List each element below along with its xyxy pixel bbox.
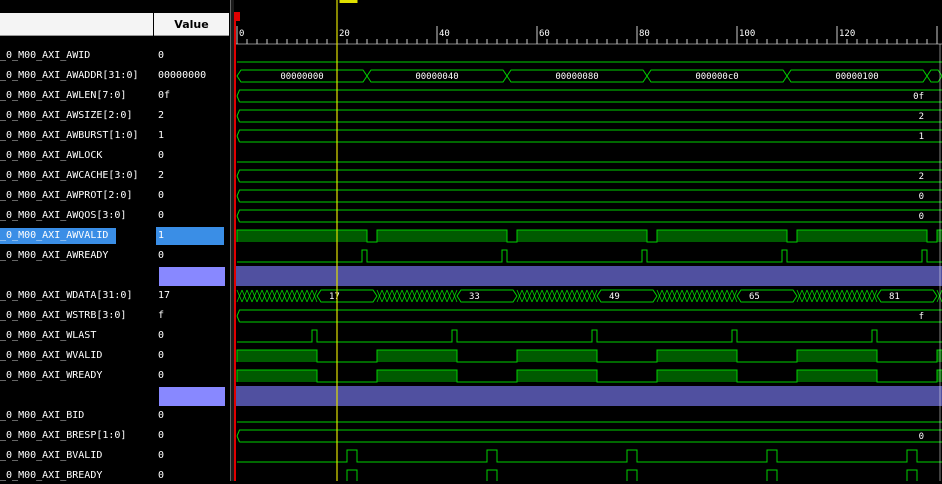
ruler-tick-label: 120 — [839, 29, 855, 39]
ruler-tick-label: 100 — [739, 29, 755, 39]
bus-value-label: 00000080 — [555, 72, 598, 82]
signal-value[interactable]: 1 — [158, 228, 228, 244]
signal-name[interactable]: r_0_M00_AXI_WREADY — [0, 368, 153, 384]
bit-high-fill — [377, 350, 457, 362]
signal-name[interactable]: r_0_M00_AXI_AWSIZE[2:0] — [0, 108, 153, 124]
signal-name[interactable]: r_0_M00_AXI_WDATA[31:0] — [0, 288, 153, 304]
bit-high-fill — [797, 230, 927, 242]
signal-name[interactable]: r_0_M00_AXI_BVALID — [0, 448, 153, 464]
signal-value[interactable]: 0 — [158, 248, 228, 264]
bit-high-fill — [517, 230, 647, 242]
ruler-tick-label: 40 — [439, 29, 450, 39]
signal-value[interactable]: 1 — [158, 128, 228, 144]
signal-name[interactable]: r_0_M00_AXI_WLAST — [0, 328, 153, 344]
signal-value[interactable]: 0 — [158, 468, 228, 484]
bus-value-label: 00000000 — [280, 72, 323, 82]
bit-high-fill — [517, 350, 597, 362]
signal-name[interactable]: r_0_M00_AXI_AWLEN[7:0] — [0, 88, 153, 104]
bus-value-label: 2 — [919, 172, 924, 182]
bit-high-fill — [657, 370, 737, 382]
bit-high-fill — [797, 370, 877, 382]
signal-name[interactable]: r_0_M00_AXI_BID — [0, 408, 153, 424]
bus-value-label: 65 — [749, 292, 760, 302]
waveform-view[interactable]: 0 20 40 60 80 100 120 00000000 00000040 00000080… — [234, 0, 942, 481]
signal-name-panel: r_0_M00_AXI_AWID r_0_M00_AXI_AWADDR[31:0]… — [0, 0, 154, 481]
bus-value-label: 0 — [919, 432, 924, 442]
bus-value-label: 00000040 — [415, 72, 458, 82]
signal-name[interactable]: r_0_M00_AXI_BRESP[1:0] — [0, 428, 153, 444]
bit-high-fill — [657, 350, 737, 362]
bit-high-fill — [237, 370, 317, 382]
signal-value[interactable]: 0 — [158, 408, 228, 424]
ruler-tick-label: 60 — [539, 29, 550, 39]
signal-value-panel: Value 0 00000000 0f 2 1 0 2 0 0 1 0 17 f 0 0 0 0 0 0 0 — [154, 0, 230, 481]
divider-bar[interactable] — [159, 387, 225, 406]
bus-value-label: 0 — [919, 192, 924, 202]
bit-high-fill — [377, 370, 457, 382]
cursor-marker-tab — [339, 0, 358, 3]
signal-value[interactable]: 0 — [158, 328, 228, 344]
signal-value[interactable]: 2 — [158, 168, 228, 184]
bus-value-label: 33 — [469, 292, 480, 302]
signal-value[interactable]: 0f — [158, 88, 228, 104]
bit-high-fill — [237, 350, 317, 362]
signal-value[interactable]: 0 — [158, 368, 228, 384]
signal-name[interactable]: r_0_M00_AXI_WSTRB[3:0] — [0, 308, 153, 324]
bus-value-label: 17 — [329, 292, 340, 302]
signal-value[interactable]: 17 — [158, 288, 228, 304]
bit-high-fill — [517, 370, 597, 382]
ruler-tick-label: 0 — [239, 29, 244, 39]
signal-name[interactable]: r_0_M00_AXI_AWPROT[2:0] — [0, 188, 153, 204]
bus-value-label: 000000c0 — [695, 72, 738, 82]
signal-name[interactable]: r_0_M00_AXI_AWREADY — [0, 248, 153, 264]
signal-value[interactable]: 2 — [158, 108, 228, 124]
name-column-header[interactable] — [0, 13, 153, 36]
signal-name[interactable]: r_0_M00_AXI_AWLOCK — [0, 148, 153, 164]
bus-value-label: 0 — [919, 212, 924, 222]
divider-bar[interactable] — [159, 267, 225, 286]
signal-value[interactable]: 0 — [158, 208, 228, 224]
bit-high-fill — [377, 230, 507, 242]
signal-name[interactable]: r_0_M00_AXI_WVALID — [0, 348, 153, 364]
bit-high-fill — [237, 230, 367, 242]
signal-value[interactable]: 0 — [158, 188, 228, 204]
signal-value[interactable]: 0 — [158, 48, 228, 64]
bus-value-label: 00000100 — [835, 72, 878, 82]
ruler-tick-label: 80 — [639, 29, 650, 39]
signal-value[interactable]: 0 — [158, 148, 228, 164]
signal-name[interactable]: r_0_M00_AXI_AWADDR[31:0] — [0, 68, 153, 84]
ruler-tick-label: 20 — [339, 29, 350, 39]
signal-value[interactable]: 0 — [158, 348, 228, 364]
signal-value[interactable]: 00000000 — [158, 68, 228, 84]
bus-value-label: f — [919, 312, 924, 322]
bus-value-label: 81 — [889, 292, 900, 302]
value-column-header[interactable]: Value — [154, 13, 229, 36]
signal-name[interactable]: r_0_M00_AXI_AWCACHE[3:0] — [0, 168, 153, 184]
signal-name[interactable]: r_0_M00_AXI_AWID — [0, 48, 153, 64]
signal-name[interactable]: r_0_M00_AXI_AWBURST[1:0] — [0, 128, 153, 144]
signal-name[interactable]: r_0_M00_AXI_AWVALID — [0, 228, 116, 244]
bus-value-label: 49 — [609, 292, 620, 302]
signal-name[interactable]: r_0_M00_AXI_AWQOS[3:0] — [0, 208, 153, 224]
signal-name[interactable]: r_0_M00_AXI_BREADY — [0, 468, 153, 484]
signal-value[interactable]: 0 — [158, 428, 228, 444]
bus-value-label: 1 — [919, 132, 924, 142]
signal-value[interactable]: f — [158, 308, 228, 324]
signal-value[interactable]: 0 — [158, 448, 228, 464]
bit-high-fill — [657, 230, 787, 242]
divider-band — [234, 386, 942, 406]
bit-high-fill — [797, 350, 877, 362]
bus-value-label: 2 — [919, 112, 924, 122]
divider-band — [234, 266, 942, 286]
bus-value-label: 0f — [913, 92, 924, 102]
